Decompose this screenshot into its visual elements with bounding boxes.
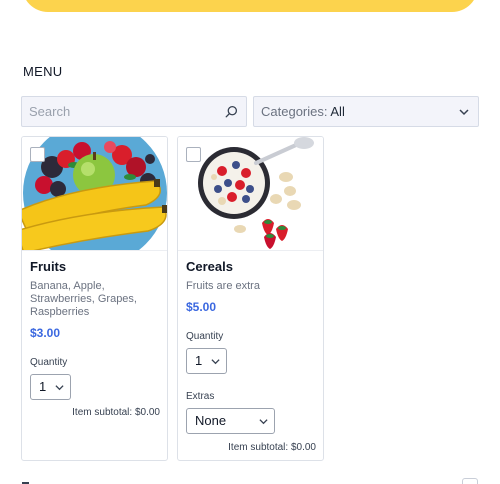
quantity-value: 1: [195, 353, 203, 368]
select-checkbox[interactable]: [30, 147, 45, 162]
quantity-label: Quantity: [186, 331, 224, 342]
collapse-toggle[interactable]: [462, 478, 478, 484]
quantity-select[interactable]: 1: [186, 348, 227, 374]
item-subtotal: Item subtotal: $0.00: [228, 442, 316, 453]
subtotal-value: $0.00: [290, 442, 316, 453]
product-card-fruits: Fruits Banana, Apple, Strawberries, Grap…: [21, 136, 168, 461]
quantity-label: Quantity: [30, 357, 68, 368]
chevron-down-icon: [259, 419, 268, 425]
product-description: Fruits are extra: [186, 280, 260, 292]
subtotal-value: $0.00: [134, 407, 160, 418]
search-input[interactable]: [22, 97, 218, 126]
menu-heading: MENU: [23, 64, 63, 79]
product-title: Fruits: [30, 259, 67, 274]
product-card-cereals: Cereals Fruits are extra $5.00 Quantity …: [177, 136, 324, 461]
category-value: All: [330, 104, 345, 119]
select-checkbox[interactable]: [186, 147, 201, 162]
search-icon[interactable]: [225, 105, 238, 118]
chevron-down-icon[interactable]: [459, 107, 469, 117]
category-label: Categories:: [261, 104, 328, 119]
quantity-select[interactable]: 1: [30, 374, 71, 400]
subtotal-label: Item subtotal:: [72, 407, 133, 418]
product-description: Banana, Apple, Strawberries, Grapes, Ras…: [30, 280, 137, 318]
product-title: Cereals: [186, 259, 233, 274]
chevron-down-icon: [55, 385, 64, 391]
item-subtotal: Item subtotal: $0.00: [72, 407, 160, 418]
extras-select[interactable]: None: [186, 408, 275, 434]
quantity-value: 1: [39, 379, 47, 394]
subtotal-label: Item subtotal:: [228, 442, 289, 453]
category-select[interactable]: Categories: All: [253, 96, 479, 127]
chevron-down-icon: [211, 359, 220, 365]
top-banner: [22, 0, 478, 12]
extras-value: None: [195, 413, 227, 428]
search-field[interactable]: [21, 96, 247, 127]
product-price: $3.00: [30, 326, 61, 340]
extras-label: Extras: [186, 391, 215, 402]
product-price: $5.00: [186, 300, 217, 314]
